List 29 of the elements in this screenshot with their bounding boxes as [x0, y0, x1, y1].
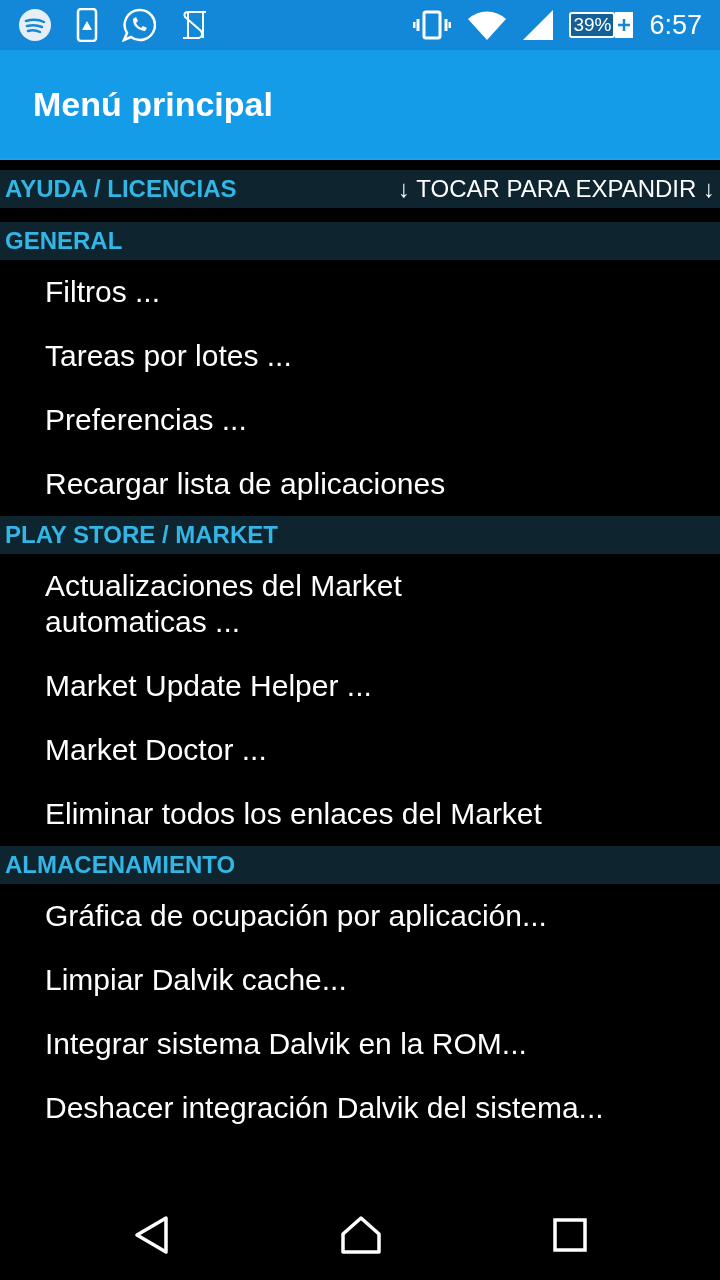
menu-item[interactable]: Deshacer integración Dalvik del sistema...	[0, 1076, 720, 1140]
back-icon[interactable]	[133, 1215, 170, 1255]
battery-level-text: 39%	[573, 14, 612, 35]
menu-item[interactable]: Preferencias ...	[0, 388, 720, 452]
menu-item[interactable]: Limpiar Dalvik cache...	[0, 948, 720, 1012]
menu-item[interactable]: Integrar sistema Dalvik en la ROM...	[0, 1012, 720, 1076]
section-title: PLAY STORE / MARKET	[5, 520, 278, 550]
wifi-icon	[467, 9, 508, 41]
section-header[interactable]: AYUDA / LICENCIAS ↓ TOCAR PARA EXPANDIR ↓	[0, 170, 720, 208]
signal-icon	[523, 10, 554, 40]
menu-item[interactable]: Actualizaciones del Market automaticas ...	[0, 554, 720, 654]
section-title: ALMACENAMIENTO	[5, 850, 236, 880]
section-title: GENERAL	[5, 226, 123, 256]
menu-item[interactable]: Filtros ...	[0, 260, 720, 324]
recents-icon[interactable]	[552, 1218, 587, 1252]
phone-alert-icon	[76, 8, 98, 42]
section-title: AYUDA / LICENCIAS	[5, 174, 237, 204]
clock-text: 6:57	[649, 8, 702, 42]
menu-item[interactable]: Market Update Helper ...	[0, 654, 720, 718]
screen-title: Menú principal	[33, 83, 273, 125]
chat-phone-icon	[122, 8, 156, 42]
menu-item[interactable]: Market Doctor ...	[0, 718, 720, 782]
menu-item[interactable]: Tareas por lotes ...	[0, 324, 720, 388]
menu-item[interactable]: Eliminar todos los enlaces del Market	[0, 782, 720, 846]
vibrate-icon	[413, 10, 452, 40]
expand-hint: ↓ TOCAR PARA EXPANDIR ↓	[398, 174, 715, 204]
home-icon[interactable]	[340, 1215, 382, 1255]
menu-item[interactable]: Gráfica de ocupación por aplicación...	[0, 884, 720, 948]
menu-item[interactable]: Recargar lista de aplicaciones	[0, 452, 720, 516]
